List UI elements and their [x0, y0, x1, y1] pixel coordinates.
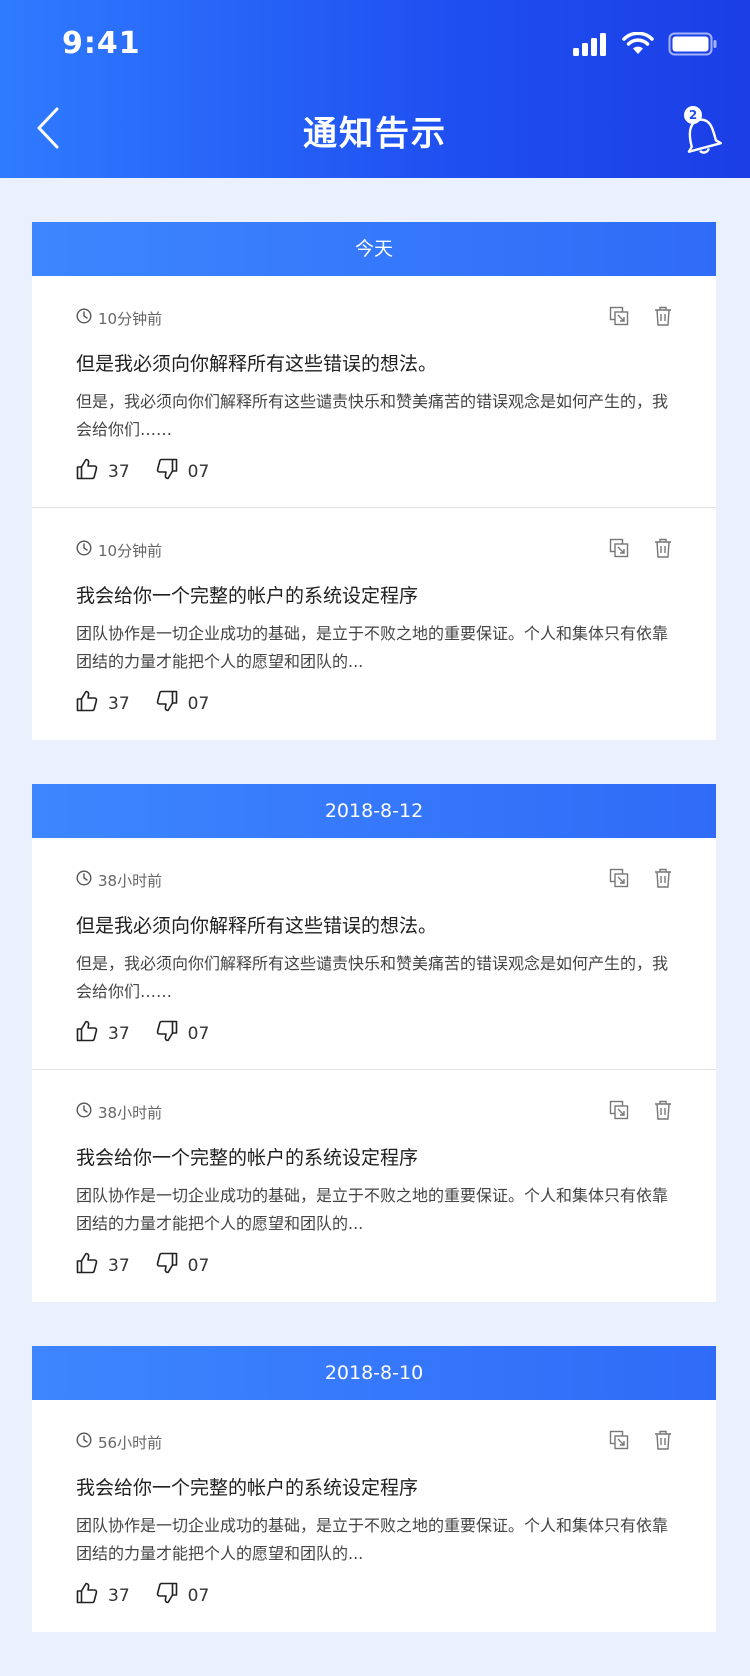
- notification-card[interactable]: 38小时前 但是我必须向你解释所有这些错误的想法。 但是，我必须向你们解释所有这…: [32, 838, 716, 1070]
- notification-group: 2018-8-12 38小时前 但是我必须向你解释所有这些错误的想法。 但是，我…: [32, 784, 716, 1302]
- thumbs-up-icon: [76, 1582, 98, 1609]
- thumbs-down-icon: [156, 458, 178, 485]
- card-title: 我会给你一个完整的帐户的系统设定程序: [76, 585, 419, 607]
- card-time-text: 38小时前: [98, 1103, 163, 1122]
- group-date-header: 今天: [32, 222, 716, 276]
- dislike-count: 07: [187, 1255, 210, 1276]
- thumbs-up-icon: [76, 690, 98, 717]
- delete-button[interactable]: [652, 1100, 674, 1124]
- nav-bar: 通知告示 2: [0, 88, 750, 178]
- notification-card[interactable]: 10分钟前 我会给你一个完整的帐户的系统设定程序 团队协作是一切企业成功的基础，…: [32, 508, 716, 740]
- like-button[interactable]: 37: [76, 458, 130, 485]
- like-button[interactable]: 37: [76, 1582, 130, 1609]
- like-button[interactable]: 37: [76, 690, 130, 717]
- dislike-button[interactable]: 07: [156, 1582, 210, 1609]
- header: 9:41 通知告示 2: [0, 0, 750, 178]
- dislike-count: 07: [187, 693, 210, 714]
- thumbs-down-icon: [156, 1252, 178, 1279]
- notification-group: 2018-8-10 56小时前 我会给你一个完整的帐户的系统设定程序 团队协作是…: [32, 1346, 716, 1632]
- delete-button[interactable]: [652, 306, 674, 330]
- dislike-button[interactable]: 07: [156, 1252, 210, 1279]
- copy-button[interactable]: [608, 538, 630, 562]
- card-title: 但是我必须向你解释所有这些错误的想法。: [76, 915, 438, 937]
- dislike-count: 07: [187, 1023, 210, 1044]
- like-count: 37: [108, 1585, 130, 1606]
- status-bar: 9:41: [0, 0, 750, 88]
- notification-button[interactable]: 2: [676, 102, 726, 158]
- dislike-count: 07: [187, 1585, 210, 1606]
- trash-icon: [654, 868, 672, 892]
- dislike-button[interactable]: 07: [156, 690, 210, 717]
- card-summary: 团队协作是一切企业成功的基础，是立于不败之地的重要保证。个人和集体只有依靠团结的…: [76, 624, 669, 671]
- signal-icon: [572, 32, 608, 60]
- thumbs-up-icon: [76, 1252, 98, 1279]
- clock-icon: [76, 308, 92, 328]
- thumbs-down-icon: [156, 1582, 178, 1609]
- card-timestamp: 38小时前: [76, 1102, 162, 1123]
- trash-icon: [654, 306, 672, 330]
- notification-list: 今天 10分钟前 但是我必须向你解释所有这些错误的想法。 但是，我必须向你们解释…: [32, 222, 716, 1676]
- delete-button[interactable]: [652, 868, 674, 892]
- card-summary: 但是，我必须向你们解释所有这些谴责快乐和赞美痛苦的错误观念是如何产生的，我会给你…: [76, 954, 669, 1001]
- copy-icon: [609, 1430, 629, 1454]
- card-timestamp: 10分钟前: [76, 540, 162, 561]
- copy-icon: [609, 538, 629, 562]
- wifi-icon: [622, 31, 654, 60]
- notification-badge: 2: [684, 106, 702, 124]
- card-time-text: 56小时前: [98, 1433, 163, 1452]
- status-time: 9:41: [62, 26, 141, 61]
- clock-icon: [76, 1432, 92, 1452]
- trash-icon: [654, 1430, 672, 1454]
- like-count: 37: [108, 1023, 130, 1044]
- copy-icon: [609, 306, 629, 330]
- trash-icon: [654, 538, 672, 562]
- card-summary: 团队协作是一切企业成功的基础，是立于不败之地的重要保证。个人和集体只有依靠团结的…: [76, 1516, 669, 1563]
- copy-icon: [609, 868, 629, 892]
- card-time-text: 10分钟前: [98, 309, 163, 328]
- thumbs-down-icon: [156, 690, 178, 717]
- like-count: 37: [108, 461, 130, 482]
- dislike-button[interactable]: 07: [156, 458, 210, 485]
- card-title: 我会给你一个完整的帐户的系统设定程序: [76, 1477, 419, 1499]
- delete-button[interactable]: [652, 538, 674, 562]
- copy-button[interactable]: [608, 1100, 630, 1124]
- battery-icon: [668, 32, 718, 60]
- card-time-text: 10分钟前: [98, 541, 163, 560]
- card-timestamp: 56小时前: [76, 1432, 162, 1453]
- clock-icon: [76, 870, 92, 890]
- group-date-header: 2018-8-12: [32, 784, 716, 838]
- copy-button[interactable]: [608, 306, 630, 330]
- trash-icon: [654, 1100, 672, 1124]
- like-button[interactable]: 37: [76, 1252, 130, 1279]
- card-title: 但是我必须向你解释所有这些错误的想法。: [76, 353, 438, 375]
- notification-group: 今天 10分钟前 但是我必须向你解释所有这些错误的想法。 但是，我必须向你们解释…: [32, 222, 716, 740]
- card-time-text: 38小时前: [98, 871, 163, 890]
- thumbs-up-icon: [76, 1020, 98, 1047]
- card-summary: 但是，我必须向你们解释所有这些谴责快乐和赞美痛苦的错误观念是如何产生的，我会给你…: [76, 392, 669, 439]
- card-title: 我会给你一个完整的帐户的系统设定程序: [76, 1147, 419, 1169]
- card-timestamp: 10分钟前: [76, 308, 162, 329]
- notification-card[interactable]: 38小时前 我会给你一个完整的帐户的系统设定程序 团队协作是一切企业成功的基础，…: [32, 1070, 716, 1302]
- dislike-count: 07: [187, 461, 210, 482]
- group-date-header: 2018-8-10: [32, 1346, 716, 1400]
- page-title: 通知告示: [303, 114, 447, 154]
- thumbs-up-icon: [76, 458, 98, 485]
- copy-button[interactable]: [608, 1430, 630, 1454]
- copy-icon: [609, 1100, 629, 1124]
- thumbs-down-icon: [156, 1020, 178, 1047]
- status-icons: [572, 31, 718, 60]
- dislike-button[interactable]: 07: [156, 1020, 210, 1047]
- like-count: 37: [108, 1255, 130, 1276]
- like-count: 37: [108, 693, 130, 714]
- clock-icon: [76, 1102, 92, 1122]
- notification-card[interactable]: 10分钟前 但是我必须向你解释所有这些错误的想法。 但是，我必须向你们解释所有这…: [32, 276, 716, 508]
- copy-button[interactable]: [608, 868, 630, 892]
- clock-icon: [76, 540, 92, 560]
- card-timestamp: 38小时前: [76, 870, 162, 891]
- card-summary: 团队协作是一切企业成功的基础，是立于不败之地的重要保证。个人和集体只有依靠团结的…: [76, 1186, 669, 1233]
- like-button[interactable]: 37: [76, 1020, 130, 1047]
- delete-button[interactable]: [652, 1430, 674, 1454]
- notification-card[interactable]: 56小时前 我会给你一个完整的帐户的系统设定程序 团队协作是一切企业成功的基础，…: [32, 1400, 716, 1632]
